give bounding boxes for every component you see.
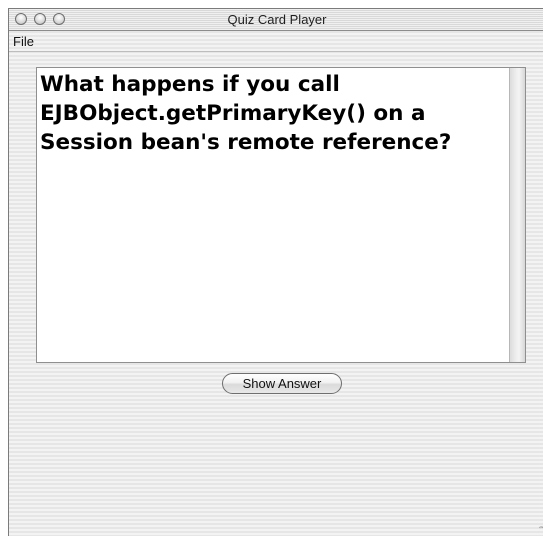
window-title: Quiz Card Player [227,12,327,27]
menu-bar: File [9,31,543,52]
title-bar[interactable]: Quiz Card Player [9,9,543,31]
question-text: What happens if you call EJBObject.getPr… [40,72,452,155]
vertical-scrollbar[interactable] [509,68,525,362]
quiz-card-player-window: Quiz Card Player File What happens if yo… [8,8,543,536]
resize-grip-icon[interactable]: ⁗ [533,524,543,536]
show-answer-button[interactable]: Show Answer [222,373,342,394]
menu-file[interactable]: File [13,34,34,49]
question-text-area[interactable]: What happens if you call EJBObject.getPr… [36,67,526,363]
